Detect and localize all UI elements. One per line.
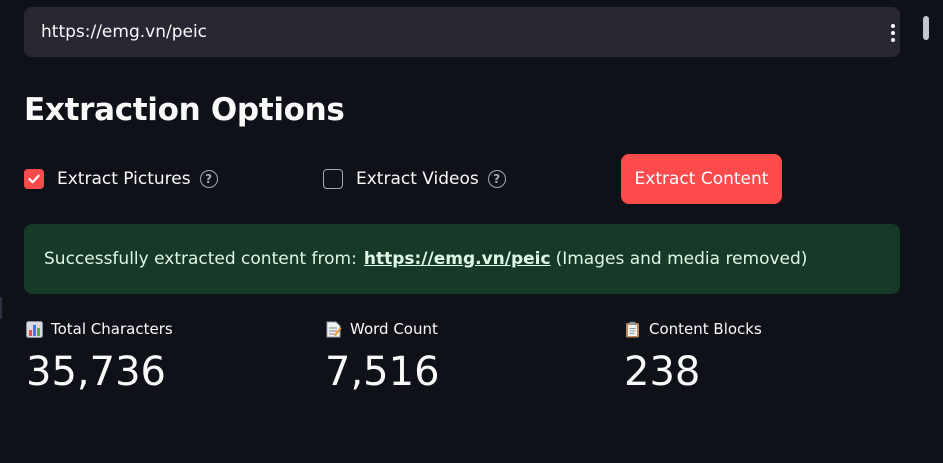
extract-content-button[interactable]: Extract Content: [621, 154, 782, 204]
help-circle-icon[interactable]: ?: [487, 170, 506, 188]
metric-label: Content Blocks: [649, 320, 762, 338]
extract-pictures-checkbox[interactable]: [24, 169, 44, 189]
metric-label: Word Count: [350, 320, 438, 338]
extract-videos-option[interactable]: Extract Videos ?: [323, 168, 506, 190]
page-title: Extraction Options: [24, 92, 345, 128]
extract-videos-checkbox[interactable]: [323, 169, 343, 189]
metric-value: 7,516: [325, 349, 440, 395]
success-link[interactable]: https://emg.vn/peic: [364, 249, 551, 269]
metric-label: Total Characters: [51, 320, 173, 338]
metric-content-blocks: Content Blocks 238: [624, 318, 762, 396]
page: https://emg.vn/peic Extraction Options E…: [0, 0, 943, 463]
url-input[interactable]: https://emg.vn/peic: [24, 7, 900, 57]
success-prefix: Successfully extracted content from:: [44, 249, 357, 269]
extract-pictures-option[interactable]: Extract Pictures ?: [24, 168, 218, 190]
success-alert: Successfully extracted content from: htt…: [24, 224, 900, 294]
kebab-menu-icon[interactable]: [891, 24, 895, 42]
help-circle-icon[interactable]: ?: [199, 170, 218, 188]
success-suffix: (Images and media removed): [555, 249, 808, 269]
clipboard-icon: [624, 321, 641, 338]
memo-icon: [325, 321, 342, 338]
extract-videos-label: Extract Videos: [356, 169, 479, 189]
metric-total-characters: Total Characters 35,736: [26, 318, 173, 396]
metric-value: 238: [624, 349, 701, 395]
url-input-value: https://emg.vn/peic: [41, 22, 208, 42]
bar-chart-icon: [26, 320, 43, 338]
metric-value: 35,736: [26, 349, 166, 395]
left-edge-divider: [0, 297, 2, 319]
metric-word-count: Word Count 7,516: [325, 318, 440, 396]
checkmark-icon: [28, 174, 40, 184]
scrollbar-thumb[interactable]: [923, 16, 929, 40]
extract-pictures-label: Extract Pictures: [57, 169, 191, 189]
